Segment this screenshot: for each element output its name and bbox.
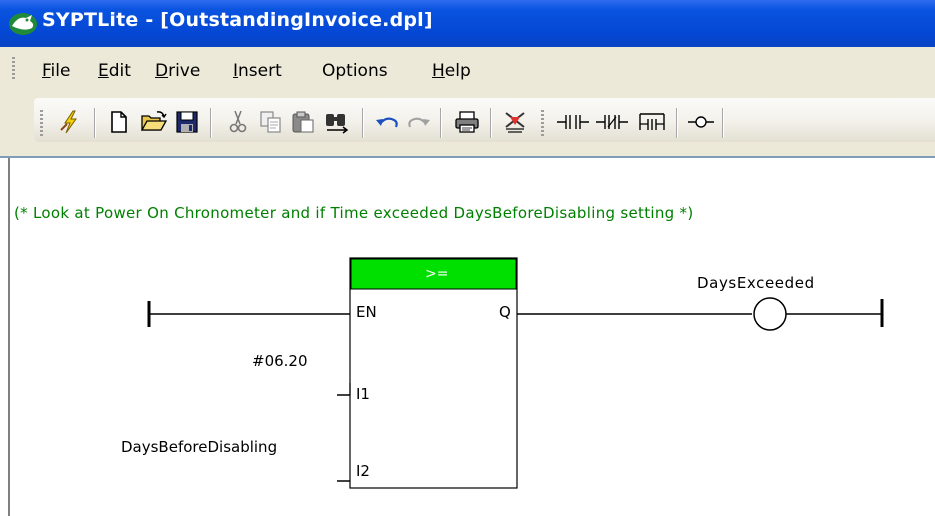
input-i1-operand[interactable]: #06.20 (252, 352, 308, 370)
function-block[interactable] (349, 257, 518, 489)
pin-en-label: EN (356, 303, 377, 321)
input-i2-operand[interactable]: DaysBeforeDisabling (121, 438, 277, 456)
block-operator: >= (425, 266, 449, 282)
pin-q-label: Q (499, 303, 511, 321)
coil-name-label[interactable]: DaysExceeded (697, 274, 815, 292)
coil-daysexceeded[interactable] (753, 297, 787, 331)
pin-i1-label: I1 (356, 385, 370, 403)
pin-i2-label: I2 (356, 462, 370, 480)
